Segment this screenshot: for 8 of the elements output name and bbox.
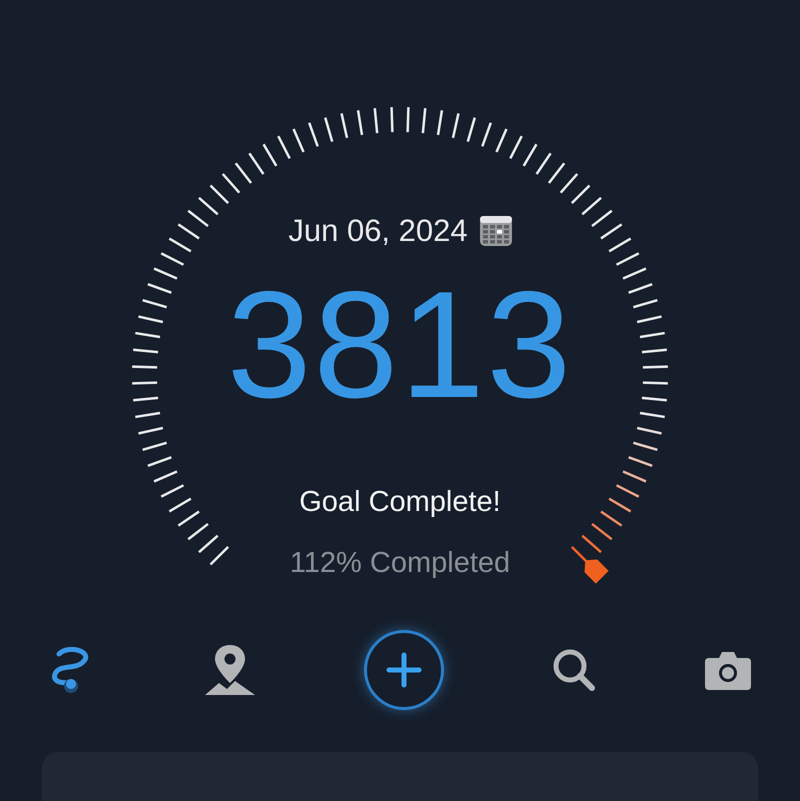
plus-icon	[386, 652, 422, 688]
step-count: 3813	[226, 268, 574, 420]
marker-icon	[584, 560, 609, 584]
calendar-icon[interactable]	[480, 216, 512, 246]
goal-status: Goal Complete!	[299, 484, 501, 520]
progress-label: 112% Completed	[290, 546, 510, 581]
add-button[interactable]	[364, 630, 444, 710]
date-label: Jun 06, 2024	[288, 212, 468, 250]
